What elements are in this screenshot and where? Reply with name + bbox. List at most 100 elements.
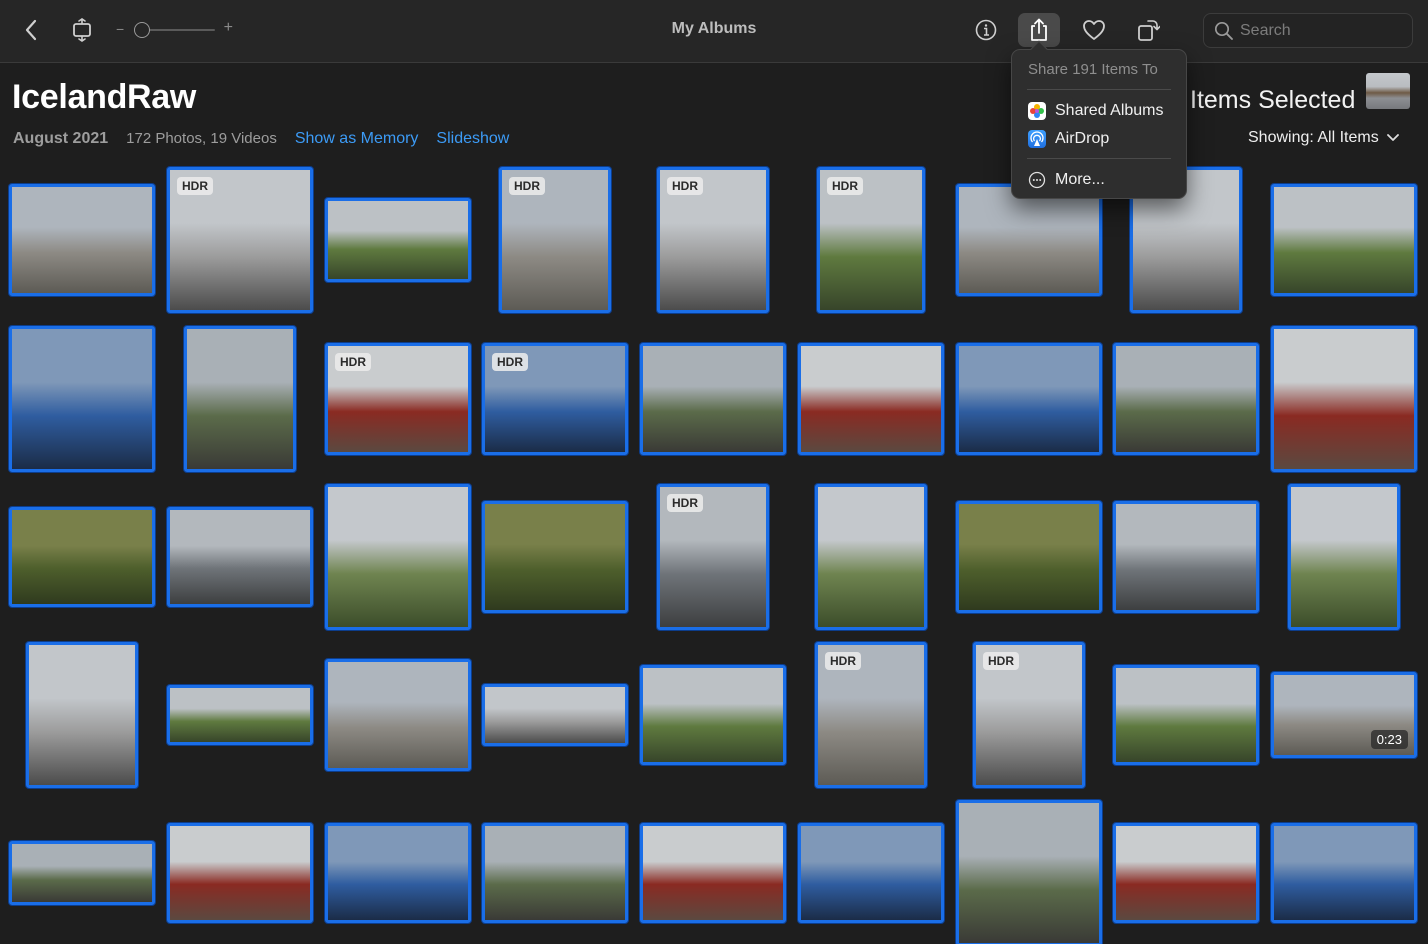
photo-cell: HDR <box>325 326 471 472</box>
photo-thumbnail[interactable] <box>9 326 155 472</box>
photo-thumbnail[interactable] <box>956 343 1102 455</box>
photo-thumbnail[interactable] <box>482 684 628 746</box>
photo-thumbnail[interactable] <box>167 507 313 607</box>
photo-thumbnail[interactable] <box>1113 665 1259 765</box>
show-as-memory-button[interactable]: Show as Memory <box>295 130 419 148</box>
photo-thumbnail[interactable]: HDR <box>499 167 611 313</box>
photo-thumbnail[interactable] <box>9 184 155 296</box>
photo-cell <box>9 164 155 316</box>
photo-cell <box>167 326 313 472</box>
photo-thumbnail[interactable] <box>640 665 786 765</box>
photo-cell <box>640 642 786 788</box>
photo-thumbnail[interactable] <box>1113 823 1259 923</box>
photo-thumbnail[interactable] <box>26 642 138 788</box>
share-menu-item-more[interactable]: More... <box>1028 168 1178 192</box>
photo-thumbnail[interactable] <box>1113 501 1259 613</box>
share-menu-item-label: Shared Albums <box>1055 102 1164 119</box>
share-menu-item-label: AirDrop <box>1055 130 1110 147</box>
photo-thumbnail[interactable] <box>325 823 471 923</box>
photo-cell: HDR <box>640 484 786 630</box>
photo-cell <box>956 800 1102 944</box>
photo-thumbnail[interactable]: HDR <box>325 343 471 455</box>
photo-cell <box>482 484 628 630</box>
photo-thumbnail[interactable] <box>482 501 628 613</box>
photo-cell <box>798 484 944 630</box>
photo-thumbnail[interactable]: HDR <box>973 642 1085 788</box>
search-icon <box>1214 21 1233 40</box>
photo-thumbnail[interactable] <box>956 800 1102 944</box>
photo-thumbnail[interactable]: HDR <box>815 642 927 788</box>
photo-thumbnail[interactable]: HDR <box>657 167 769 313</box>
photo-cell <box>1271 484 1417 630</box>
photo-thumbnail[interactable] <box>815 484 927 630</box>
photo-cell <box>1271 164 1417 316</box>
photo-thumbnail[interactable] <box>325 198 471 282</box>
photo-row: HDR HDR 0:23 <box>0 642 1428 788</box>
photo-thumbnail[interactable]: 0:23 <box>1271 672 1417 758</box>
hdr-badge: HDR <box>827 177 863 195</box>
photo-thumbnail[interactable] <box>956 184 1102 296</box>
photo-cell <box>1271 326 1417 472</box>
photo-thumbnail[interactable] <box>167 823 313 923</box>
photo-thumbnail[interactable]: HDR <box>482 343 628 455</box>
photo-cell: HDR <box>640 164 786 316</box>
photo-thumbnail[interactable] <box>1271 184 1417 296</box>
photo-cell <box>9 484 155 630</box>
share-menu-item-label: More... <box>1055 171 1105 188</box>
rotate-icon[interactable] <box>1130 12 1166 48</box>
photo-cell <box>1271 800 1417 944</box>
search-input[interactable] <box>1240 20 1405 42</box>
album-counts: 172 Photos, 19 Videos <box>126 130 277 147</box>
hdr-badge: HDR <box>667 494 703 512</box>
hdr-badge: HDR <box>492 353 528 371</box>
photo-thumbnail[interactable] <box>798 823 944 923</box>
search-field[interactable] <box>1203 13 1413 48</box>
photo-cell <box>167 484 313 630</box>
photo-cell <box>640 326 786 472</box>
photo-thumbnail[interactable] <box>9 841 155 905</box>
photo-thumbnail[interactable] <box>325 659 471 771</box>
photo-thumbnail[interactable] <box>640 343 786 455</box>
photo-cell: 0:23 <box>1271 642 1417 788</box>
slideshow-button[interactable]: Slideshow <box>436 130 509 148</box>
photo-thumbnail[interactable] <box>1271 823 1417 923</box>
photo-cell <box>167 800 313 944</box>
info-icon[interactable] <box>968 12 1004 48</box>
heart-icon[interactable] <box>1076 12 1112 48</box>
photo-cell <box>9 800 155 944</box>
photo-cell <box>325 484 471 630</box>
photo-thumbnail[interactable] <box>640 823 786 923</box>
photo-thumbnail[interactable] <box>167 685 313 745</box>
photo-cell <box>1113 326 1259 472</box>
photo-thumbnail[interactable] <box>1288 484 1400 630</box>
photo-thumbnail[interactable] <box>1271 326 1417 472</box>
photo-row <box>0 800 1428 944</box>
hdr-badge: HDR <box>667 177 703 195</box>
photo-thumbnail[interactable] <box>482 823 628 923</box>
photo-thumbnail[interactable] <box>1113 343 1259 455</box>
share-menu-item-airdrop[interactable]: AirDrop <box>1028 127 1178 151</box>
photo-cell <box>798 800 944 944</box>
photo-cell <box>325 642 471 788</box>
toolbar: − + My Albums <box>0 0 1428 63</box>
photo-cell: HDR <box>482 164 628 316</box>
photo-thumbnail[interactable] <box>956 501 1102 613</box>
photo-thumbnail[interactable] <box>9 507 155 607</box>
photo-cell <box>325 800 471 944</box>
share-menu-item-shared-albums[interactable]: Shared Albums <box>1028 99 1178 123</box>
photo-thumbnail[interactable]: HDR <box>817 167 925 313</box>
more-icon <box>1028 171 1046 189</box>
airdrop-icon <box>1028 130 1046 148</box>
photo-thumbnail[interactable]: HDR <box>167 167 313 313</box>
photo-row: HDR HDR HDR HDR <box>0 164 1428 316</box>
photo-cell <box>167 642 313 788</box>
photo-thumbnail[interactable] <box>325 484 471 630</box>
photo-grid: HDR HDR HDR HDR HDR HDR HDR HDR HDR 0:23 <box>0 164 1428 944</box>
album-title: IcelandRaw <box>12 78 197 116</box>
share-menu-divider <box>1027 158 1171 159</box>
photo-thumbnail[interactable] <box>798 343 944 455</box>
showing-filter[interactable]: Showing: All Items <box>1248 129 1399 147</box>
photo-thumbnail[interactable]: HDR <box>657 484 769 630</box>
share-menu-divider <box>1027 89 1171 90</box>
photo-thumbnail[interactable] <box>184 326 296 472</box>
